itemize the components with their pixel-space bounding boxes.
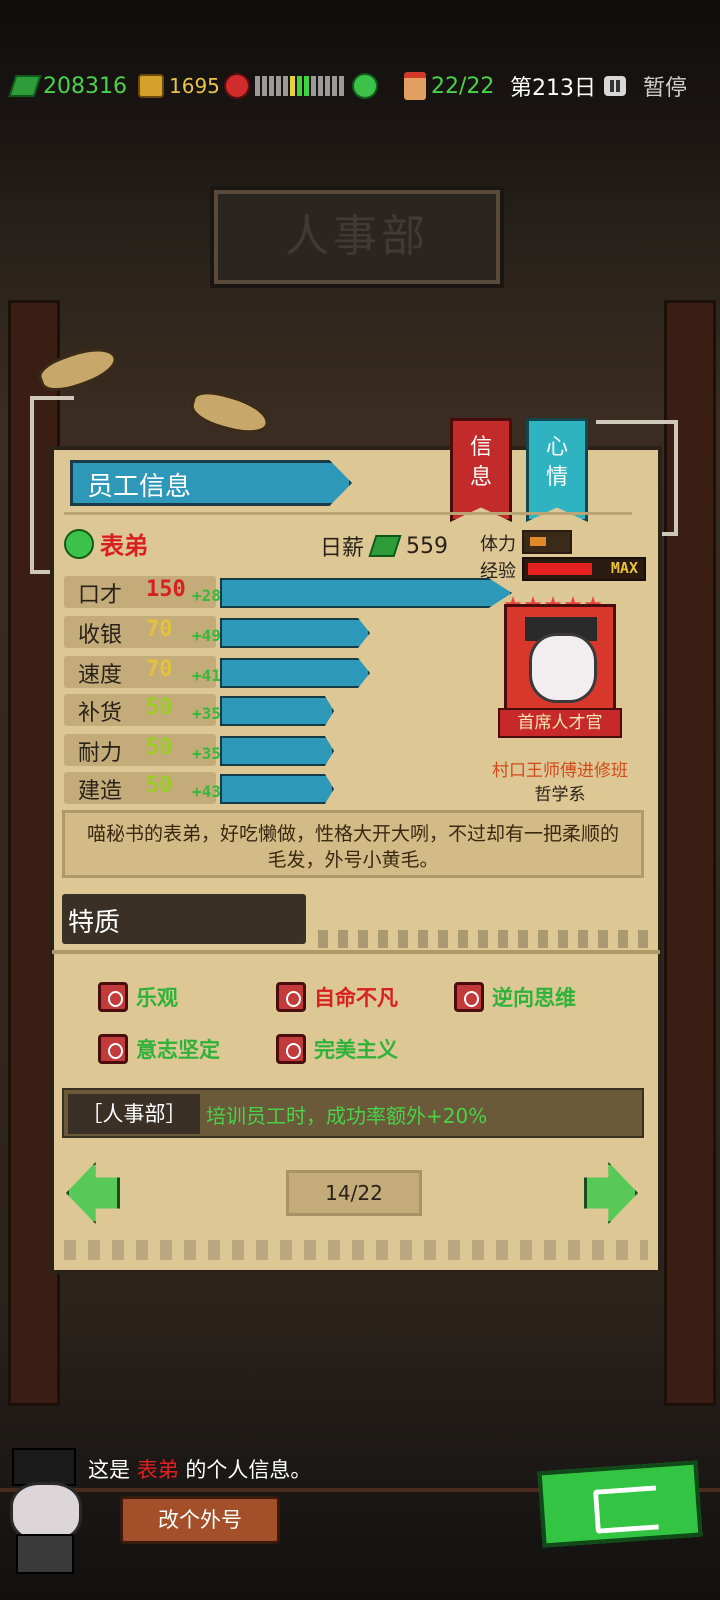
mood-meter — [224, 73, 383, 99]
staff-icon — [404, 72, 426, 100]
stat-row: 速度 70 +41 — [64, 656, 504, 688]
pause-icon[interactable] — [604, 76, 626, 96]
zigzag-decoration — [64, 1240, 648, 1260]
stat-bonus: +28 — [192, 586, 221, 605]
department-sign: 人事部 — [214, 190, 500, 284]
stat-value: 50 — [146, 695, 173, 720]
stat-bar — [220, 658, 370, 688]
mood-bar — [255, 76, 344, 96]
stamina-label: 体力 — [480, 534, 516, 555]
stat-bar — [220, 774, 334, 804]
cash-counter: 208316 — [8, 74, 127, 99]
coin-icon — [138, 74, 164, 98]
top-hat-icon — [12, 1448, 76, 1486]
stat-row: 耐力 50 +35 — [64, 734, 504, 766]
trait-item[interactable]: 乐观 — [98, 982, 178, 1012]
info-message: 这是 表弟 的个人信息。 — [88, 1458, 312, 1482]
zigzag-decoration — [318, 930, 648, 948]
trait-item[interactable]: 完美主义 — [276, 1034, 398, 1064]
stat-value: 70 — [146, 617, 173, 642]
stat-bonus: +35 — [192, 744, 221, 763]
stat-bonus: +41 — [192, 666, 221, 685]
stat-bar — [220, 736, 334, 766]
divider — [52, 950, 660, 954]
stat-bar — [220, 696, 334, 726]
stat-row: 收银 70 +49 — [64, 616, 504, 648]
rename-button[interactable]: 改个外号 — [120, 1496, 280, 1544]
happy-face-icon — [352, 73, 378, 99]
back-arrow-icon[interactable] — [592, 1485, 659, 1534]
stat-name: 速度 — [78, 663, 123, 688]
highlighted-name: 表弟 — [136, 1458, 179, 1482]
stat-row: 建造 50 +43 — [64, 772, 504, 804]
stat-name: 口才 — [78, 583, 123, 608]
trait-item[interactable]: 自命不凡 — [276, 982, 398, 1012]
tab-mood[interactable]: 心 情 — [526, 418, 588, 522]
staff-counter: 22/22 — [404, 72, 494, 100]
department-tag: ［人事部］ — [68, 1094, 200, 1134]
trait-badge-icon — [98, 982, 128, 1012]
secretary-cat-avatar — [2, 1448, 84, 1574]
stat-value: 50 — [146, 773, 173, 798]
daily-salary: 日薪 559 — [320, 533, 449, 562]
trait-badge-icon — [454, 982, 484, 1012]
trait-badge-icon — [276, 982, 306, 1012]
stat-bonus: +35 — [192, 704, 221, 723]
employee-description: 喵秘书的表弟，好吃懒做，性格大开大咧，不过却有一把柔顺的毛发，外号小黄毛。 — [62, 810, 644, 878]
trait-item[interactable]: 意志坚定 — [98, 1034, 220, 1064]
day-counter: 第213日 — [510, 76, 596, 101]
school-name: 村口王师傅进修班 — [492, 761, 628, 781]
trait-item[interactable]: 逆向思维 — [454, 982, 576, 1012]
trait-badge-icon — [276, 1034, 306, 1064]
cash-icon — [368, 535, 402, 557]
stat-name: 耐力 — [78, 741, 123, 766]
panel-header: 员工信息 — [70, 460, 352, 506]
mood-smile-icon — [64, 528, 94, 559]
stamina-bar — [522, 530, 572, 554]
cat-face-icon — [10, 1482, 82, 1542]
page-indicator: 14/22 — [286, 1170, 422, 1216]
school-major: 哲学系 — [534, 785, 586, 805]
angry-face-icon — [224, 73, 250, 99]
employee-name: 表弟 — [100, 532, 148, 560]
employee-name-row: 表弟 — [64, 526, 148, 561]
stat-bar — [220, 618, 370, 648]
stat-row: 补货 50 +35 — [64, 694, 504, 726]
exp-bar: MAX — [522, 557, 646, 581]
trait-badge-icon — [98, 1034, 128, 1064]
suit-icon — [16, 1534, 74, 1574]
rank-title: 首席人才官 — [498, 708, 622, 738]
stat-name: 收银 — [78, 623, 123, 648]
cash-icon — [8, 75, 42, 97]
stat-row: 口才 150 +28 — [64, 576, 512, 608]
traits-header: 特质 — [62, 894, 306, 944]
stat-bonus: +49 — [192, 626, 221, 645]
divider — [64, 512, 632, 515]
stat-bonus: +43 — [192, 782, 221, 801]
tab-info[interactable]: 信 息 — [450, 418, 512, 522]
back-button[interactable] — [537, 1460, 703, 1548]
gold-counter: 1695 — [138, 74, 220, 98]
pause-button[interactable]: 暂停 — [604, 70, 687, 102]
stat-name: 建造 — [78, 779, 123, 804]
stat-value: 70 — [146, 657, 173, 682]
department-bonus: ［人事部］ 培训员工时，成功率额外+20% — [62, 1088, 644, 1138]
stat-name: 补货 — [78, 701, 123, 726]
cat-face-icon — [529, 633, 597, 703]
stat-value: 150 — [146, 577, 186, 602]
stat-value: 50 — [146, 735, 173, 760]
department-effect: 培训员工时，成功率额外+20% — [206, 1104, 488, 1128]
status-bar: 208316 1695 22/22 第213日 暂停 — [0, 64, 720, 108]
stat-bar — [220, 578, 512, 608]
